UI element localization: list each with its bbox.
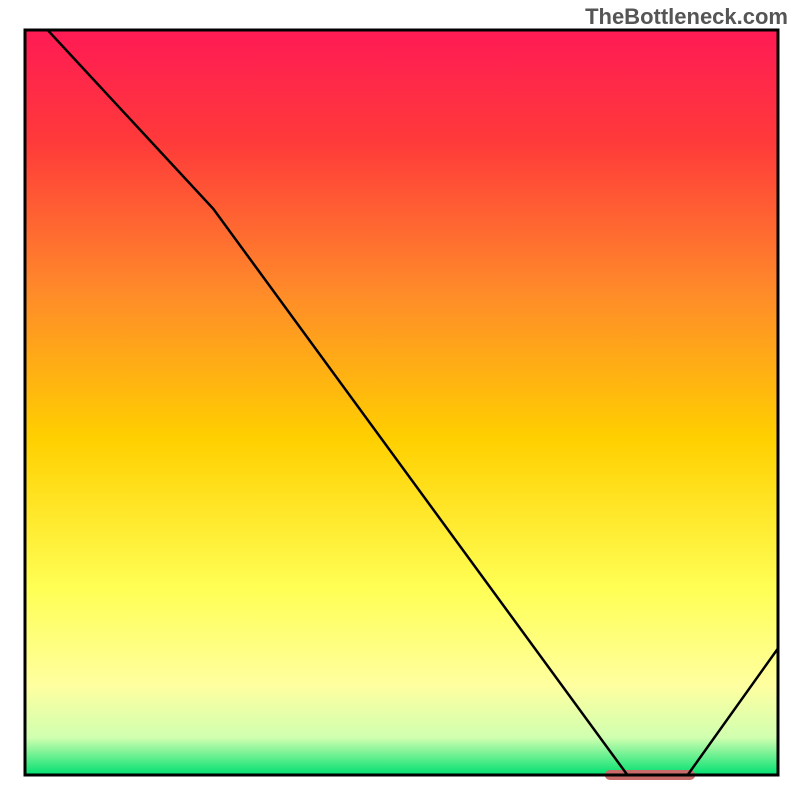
bottleneck-chart: [0, 0, 800, 800]
chart-container: TheBottleneck.com: [0, 0, 800, 800]
chart-background: [25, 30, 778, 775]
watermark-text: TheBottleneck.com: [585, 4, 788, 30]
